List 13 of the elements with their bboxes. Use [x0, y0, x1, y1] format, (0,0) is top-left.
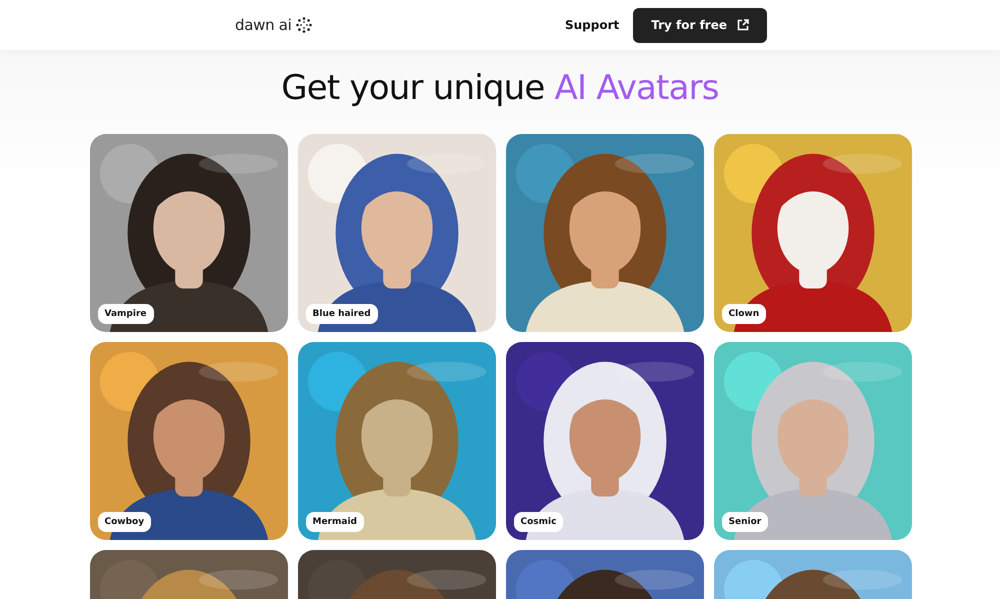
avatar-style-label: Vampire	[98, 304, 154, 324]
avatar-style-label: Blue haired	[306, 304, 378, 324]
avatar-style-label: Mermaid	[306, 512, 364, 532]
external-link-icon	[737, 19, 749, 31]
logo-text[interactable]: dawn ai	[235, 16, 292, 34]
page-title: Get your unique AI Avatars	[280, 67, 720, 110]
try-for-free-button[interactable]: Try for free	[633, 8, 767, 42]
support-link[interactable]: Support	[564, 18, 620, 32]
avatar-style-label: Senior	[722, 512, 768, 532]
avatar-style-label: Clown	[722, 304, 766, 324]
avatar-style-label: Cowboy	[98, 512, 152, 532]
dots-ring-icon	[296, 17, 312, 33]
avatar-style-label: Cosmic	[514, 512, 564, 532]
